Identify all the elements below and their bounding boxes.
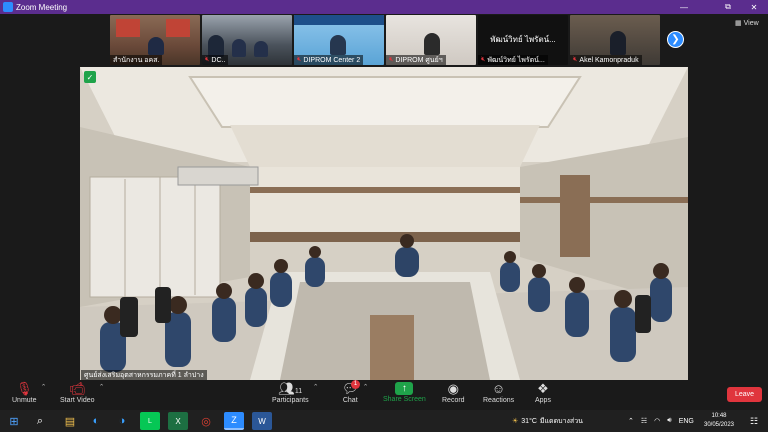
windows-taskbar: ⊞ ⌕ ▤ ◐ ◑ L X ◎ Z W ☀ 31°C มีแดดบางส่วน …	[0, 410, 768, 432]
unmute-button[interactable]: 🎙︎ Unmute ⌃	[12, 381, 47, 404]
reactions-icon: ☺	[491, 381, 506, 396]
person-shape	[330, 35, 346, 55]
chevron-up-icon[interactable]: ⌃	[313, 383, 319, 391]
participant-name-label: 🔇︎ DC..	[202, 55, 229, 65]
chevron-up-icon[interactable]: ⌃	[363, 383, 369, 391]
mic-muted-icon: 🔇︎	[481, 56, 486, 63]
participant-name-label: สำนักงาน อคส.	[110, 55, 163, 65]
next-page-chevron-icon[interactable]: ❯	[667, 31, 684, 48]
meeting-room-scene	[80, 67, 688, 380]
mic-muted-icon: 🎙︎	[16, 381, 33, 396]
chrome-icon[interactable]: ◎	[196, 412, 216, 430]
close-button[interactable]: ✕	[742, 0, 766, 14]
person-shape	[148, 37, 164, 55]
person-shape	[232, 39, 246, 57]
volume-icon[interactable]: 🔊︎	[667, 417, 671, 425]
video-off-icon: 📹︎	[69, 381, 86, 396]
system-tray: ⌃ ☵ ◠ 🔊︎ ENG	[628, 410, 694, 432]
flag-shape	[166, 19, 190, 37]
share-screen-button[interactable]: ↑ Share Screen	[383, 381, 426, 403]
view-button[interactable]: ▦ View	[735, 19, 759, 28]
participant-name-label: 🔇︎ Akel Kamonpraduk	[570, 55, 642, 65]
person-shape	[254, 41, 268, 57]
person-shape	[208, 35, 224, 57]
shield-icon[interactable]: ✓	[84, 71, 96, 83]
start-video-button[interactable]: 📹︎ Start Video ⌃	[60, 381, 105, 404]
excel-icon[interactable]: X	[168, 412, 188, 430]
participant-name-label: 🔇︎ DIPROM ศูนย์ฯ	[386, 55, 446, 65]
maximize-button[interactable]: ⧉	[716, 0, 740, 14]
grid-icon: ▦	[735, 20, 742, 27]
language-indicator[interactable]: ENG	[679, 418, 694, 425]
chevron-up-icon[interactable]: ⌃	[628, 417, 634, 425]
apps-icon: ❖	[537, 381, 549, 396]
participant-thumb[interactable]: สำนักงาน อคส.	[110, 15, 200, 65]
line-app-icon[interactable]: L	[140, 412, 160, 430]
windows-start-icon[interactable]: ⊞	[4, 412, 24, 430]
reactions-button[interactable]: ☺ Reactions	[483, 381, 514, 404]
mic-muted-icon: 🔇︎	[205, 56, 210, 63]
participants-button[interactable]: 👥︎11 Participants ⌃	[272, 381, 319, 404]
participant-name-label: 🔇︎ DIPROM Center 2	[294, 55, 364, 65]
banner-shape	[294, 15, 384, 25]
apps-button[interactable]: ❖ Apps	[535, 381, 551, 404]
flag-shape	[116, 19, 140, 37]
participant-name-label: 🔇︎ พัฒน์วิทย์ ไพรัตน์...	[478, 55, 548, 65]
chat-badge: 1	[351, 380, 360, 389]
participant-thumb[interactable]: 🔇︎ DIPROM Center 2	[294, 15, 384, 65]
mic-muted-icon: 🔇︎	[573, 56, 578, 63]
edge-browser-icon[interactable]: ◑	[112, 412, 132, 430]
gallery-strip: สำนักงาน อคส. 🔇︎ DC.. 🔇︎ DIPROM Center 2 🔇…	[110, 15, 660, 65]
chevron-up-icon[interactable]: ⌃	[41, 383, 47, 391]
share-screen-icon: ↑	[395, 382, 414, 395]
mic-muted-icon: 🔇︎	[389, 56, 394, 63]
window-title: Zoom Meeting	[16, 2, 68, 12]
wifi-icon[interactable]: ◠	[654, 417, 660, 425]
record-icon: ◉	[447, 381, 459, 396]
main-video-name-label: ศูนย์ส่งเสริมอุตสาหกรรมภาคที่ 1 ลำปาง	[81, 370, 207, 380]
minimize-button[interactable]: —	[672, 0, 696, 14]
edge-browser-icon[interactable]: ◐	[86, 412, 106, 430]
participant-thumb[interactable]: 🔇︎ DC..	[202, 15, 292, 65]
participant-thumb[interactable]: 🔇︎ Akel Kamonpraduk	[570, 15, 660, 65]
zoom-taskbar-icon[interactable]: Z	[224, 412, 244, 430]
participant-thumb[interactable]: พัฒน์วิทย์ ไพรัตน์... 🔇︎ พัฒน์วิทย์ ไพรัต…	[478, 15, 568, 65]
zoom-app-icon	[3, 2, 13, 12]
weather-widget[interactable]: ☀ 31°C มีแดดบางส่วน	[512, 410, 583, 432]
notification-icon[interactable]: ☷	[744, 412, 764, 430]
chevron-up-icon[interactable]: ⌃	[99, 383, 105, 391]
word-icon[interactable]: W	[252, 412, 272, 430]
record-button[interactable]: ◉ Record	[442, 381, 465, 404]
participant-display-name: พัฒน์วิทย์ ไพรัตน์...	[490, 35, 556, 44]
meeting-toolbar: 🎙︎ Unmute ⌃ 📹︎ Start Video ⌃ 👥︎11 Partic…	[0, 380, 768, 410]
main-video[interactable]	[80, 67, 688, 380]
weather-icon: ☀	[512, 418, 519, 425]
participant-thumb[interactable]: 🔇︎ DIPROM ศูนย์ฯ	[386, 15, 476, 65]
file-explorer-icon[interactable]: ▤	[60, 412, 80, 430]
taskbar-clock[interactable]: 10:48 30/05/2023	[700, 412, 738, 430]
title-bar: Zoom Meeting	[0, 0, 768, 14]
ime-icon[interactable]: ☵	[641, 417, 647, 425]
chat-button[interactable]: 💬︎ 1 Chat ⌃	[342, 380, 369, 404]
mic-muted-icon: 🔇︎	[297, 56, 302, 63]
leave-button[interactable]: Leave	[727, 387, 762, 402]
person-shape	[424, 33, 440, 55]
search-icon[interactable]: ⌕	[30, 412, 50, 430]
person-shape	[610, 31, 626, 55]
participants-icon: 👥︎11	[278, 381, 303, 396]
